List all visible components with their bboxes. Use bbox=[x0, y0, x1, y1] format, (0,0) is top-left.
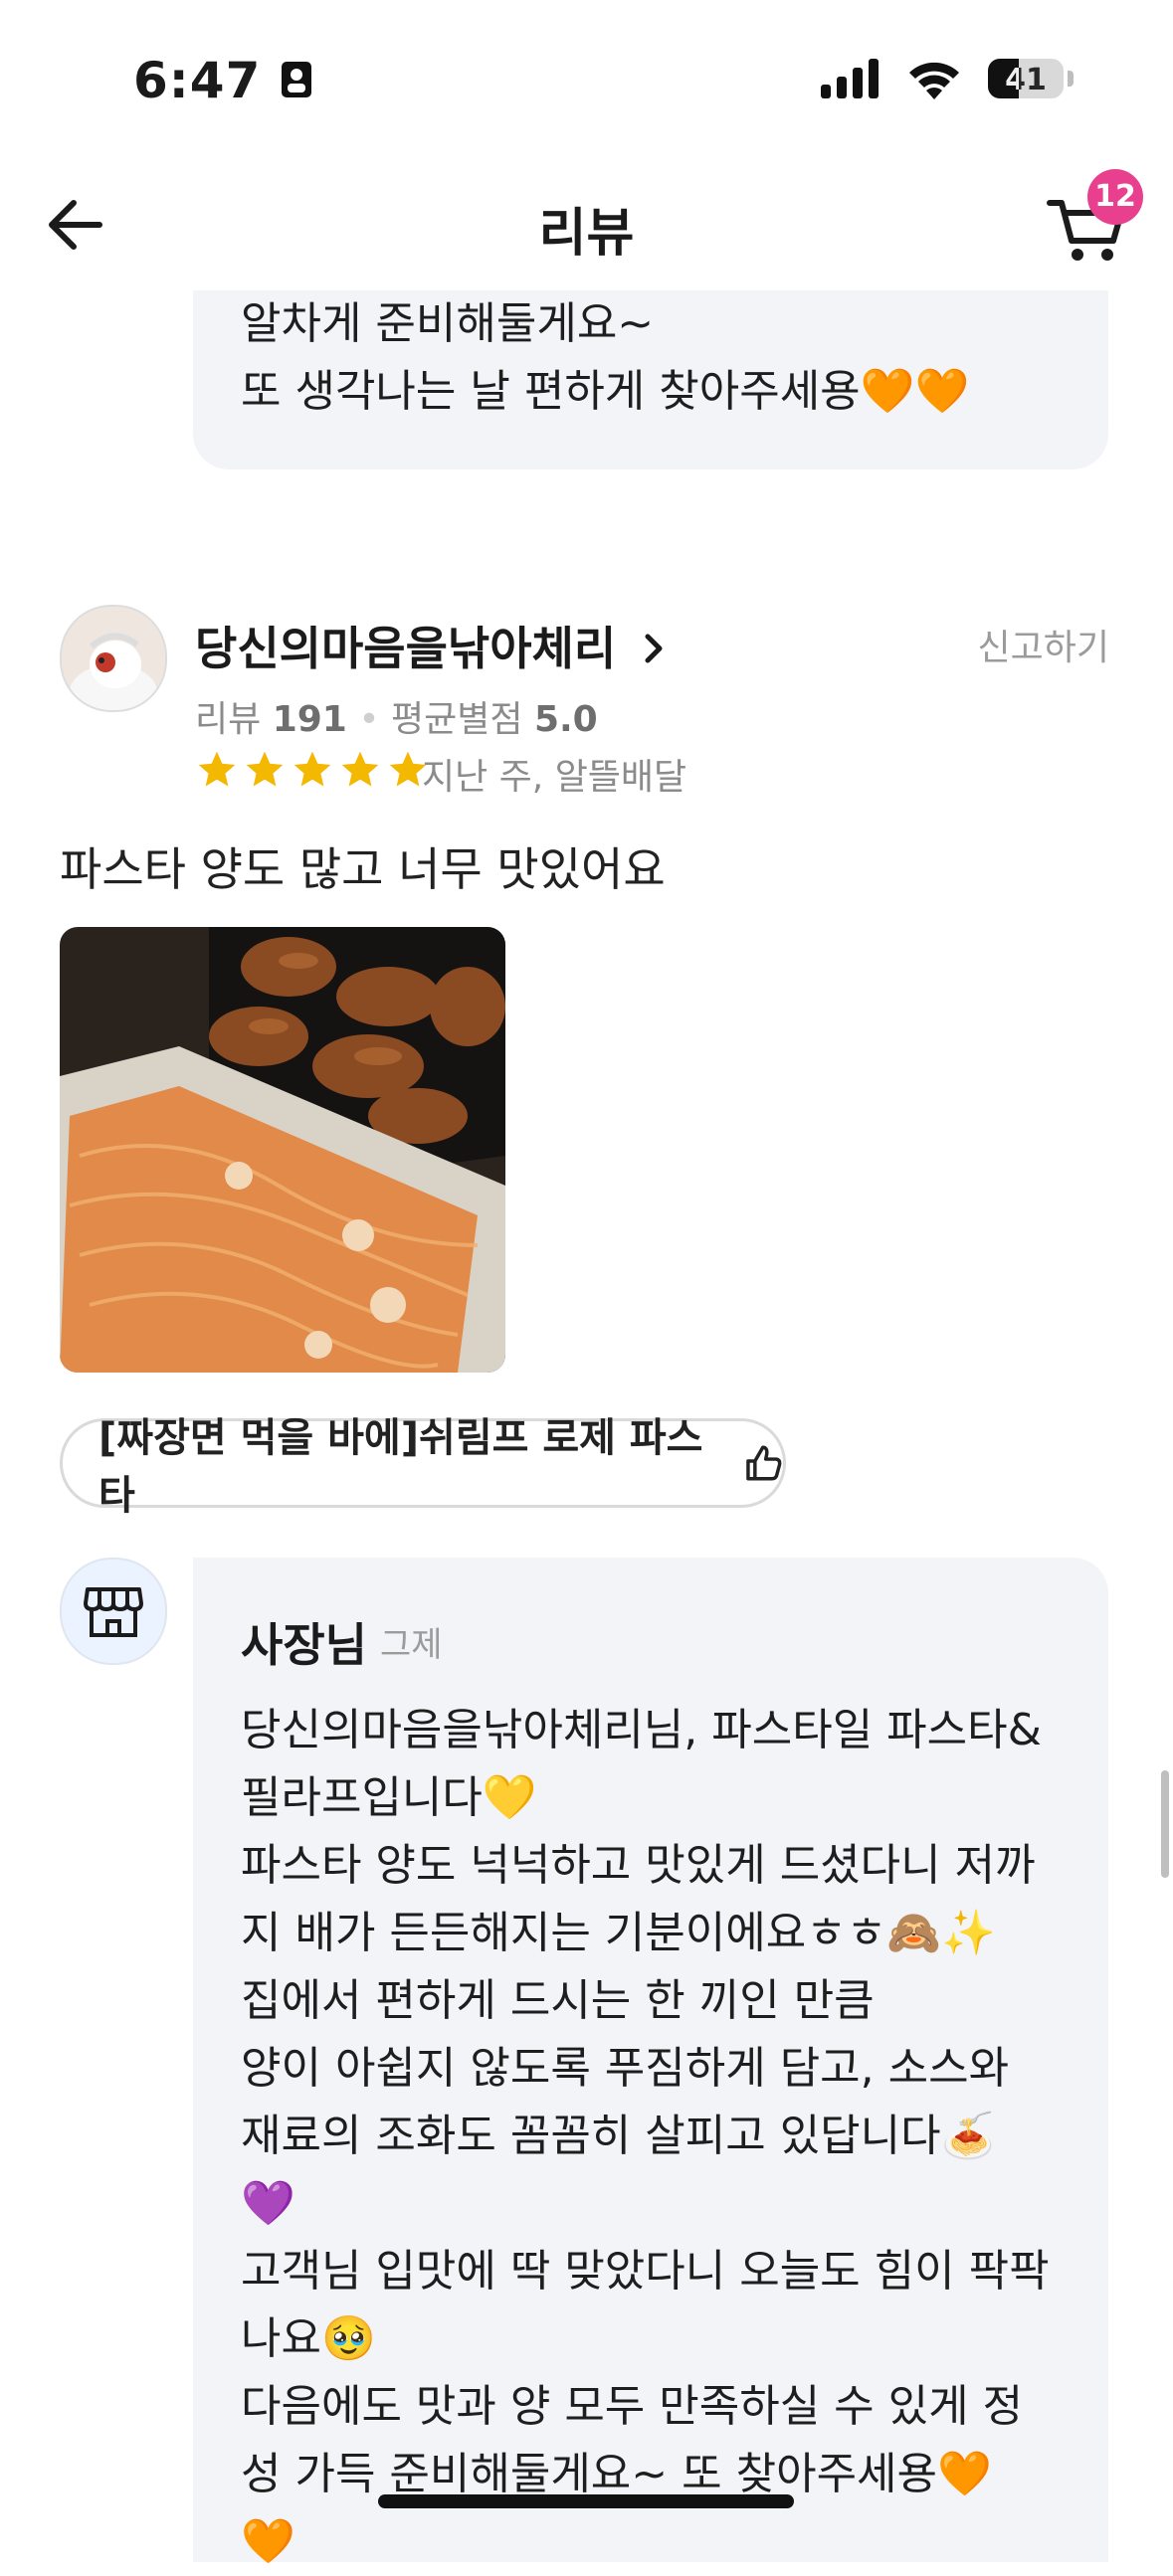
food-photo-image bbox=[60, 927, 505, 1373]
battery-indicator: 41 bbox=[988, 59, 1064, 98]
owner-reply-bubble: 당신의마음을낚아체리님, 파스타일 파스타& 필라프입니다💛 파스타 양도 넉넉… bbox=[193, 1558, 1108, 2567]
review-photo[interactable] bbox=[60, 927, 505, 1373]
reviewer-meta: 리뷰 191 • 평균별점 5.0 bbox=[195, 699, 598, 740]
owner-name: 사장님 bbox=[241, 1618, 367, 1672]
ordered-menu-chip[interactable]: [짜장면 먹을 바에]쉬림프 로제 파스타 bbox=[60, 1415, 786, 1519]
avatar-image bbox=[62, 607, 165, 710]
signal-icon bbox=[821, 59, 879, 98]
battery-nub bbox=[1068, 71, 1074, 87]
scrollbar[interactable] bbox=[1161, 1770, 1169, 1878]
avg-rating: 5.0 bbox=[533, 699, 598, 740]
prev-reply-bubble: 알차게 준비해둘게요~ 또 생각나는 날 편하게 찾아주세용🧡🧡 bbox=[193, 290, 1108, 469]
status-icons: 41 bbox=[821, 58, 1074, 99]
home-indicator[interactable] bbox=[378, 2494, 794, 2508]
owner-avatar bbox=[60, 1558, 167, 1665]
owner-reply-date: 그제 bbox=[380, 1625, 443, 1665]
reviewer-avatar[interactable] bbox=[60, 605, 167, 712]
star-icon bbox=[341, 751, 379, 787]
chevron-right-icon bbox=[645, 634, 663, 663]
report-button[interactable]: 신고하기 bbox=[978, 619, 1109, 670]
star-rating bbox=[195, 748, 430, 792]
wifi-icon bbox=[909, 62, 959, 99]
contact-icon bbox=[281, 62, 311, 97]
star-icon bbox=[293, 751, 331, 787]
star-icon bbox=[246, 751, 284, 787]
reviewer-name-link[interactable]: 당신의마음을낚아체리 bbox=[195, 613, 668, 678]
cart-count-badge: 12 bbox=[1087, 169, 1143, 225]
delivery-info: 지난 주, 알뜰배달 bbox=[422, 757, 687, 798]
thumbs-up-icon bbox=[745, 1445, 781, 1481]
menu-item-name: [짜장면 먹을 바에]쉬림프 로제 파스타 bbox=[98, 1415, 703, 1519]
status-time: 6:47 bbox=[133, 52, 313, 109]
review-count: 191 bbox=[272, 699, 347, 740]
review-text: 파스타 양도 많고 너무 맛있어요 bbox=[60, 842, 666, 896]
store-icon bbox=[84, 1587, 143, 1637]
prev-reply-text: 알차게 준비해둘게요~ 또 생각나는 날 편하게 찾아주세용🧡🧡 bbox=[241, 298, 970, 417]
reviewer-name: 당신의마음을낚아체리 bbox=[195, 622, 617, 675]
star-icon bbox=[198, 751, 236, 787]
page-title: 리뷰 bbox=[538, 204, 635, 264]
owner-reply-text: 당신의마음을낚아체리님, 파스타일 파스타& 필라프입니다💛 파스타 양도 넉넉… bbox=[241, 1705, 1050, 2567]
